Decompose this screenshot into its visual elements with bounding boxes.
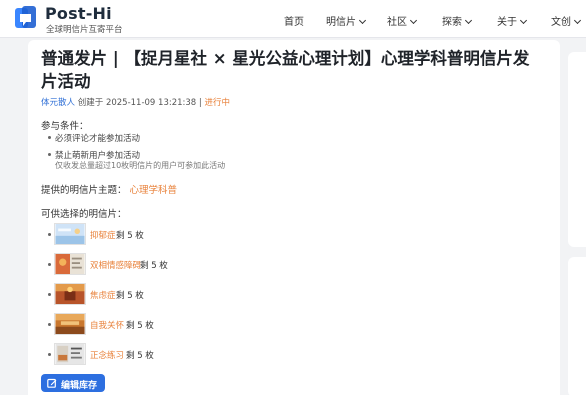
nav-item-about[interactable]: 关于	[497, 13, 528, 28]
list-bullet	[48, 323, 51, 326]
postcard-thumbnail[interactable]	[54, 313, 86, 335]
condition-note: 仅收发总量超过10枚明信片的用户可参加此活动	[55, 161, 226, 170]
postcard-thumbnail[interactable]	[54, 343, 86, 365]
brand-name[interactable]: Post-Hi	[45, 4, 112, 23]
nav-item-label: 文创	[551, 17, 571, 28]
postcard-thumbnail[interactable]	[54, 253, 86, 275]
created-timestamp: 2025-11-09 13:21:38	[105, 98, 197, 108]
author-link[interactable]: 体元散人	[41, 98, 75, 108]
nav-item-label: 明信片	[326, 17, 356, 28]
list-bullet	[48, 353, 51, 356]
nav-item-label: 首页	[284, 17, 304, 28]
list-bullet	[48, 293, 51, 296]
nav-item-label: 社区	[387, 17, 407, 28]
chevron-down-icon	[573, 16, 582, 25]
page-background-left	[0, 38, 28, 395]
edit-stock-button[interactable]: 编辑库存	[41, 374, 105, 392]
postcard-link[interactable]: 自我关怀	[90, 319, 124, 331]
chevron-down-icon	[519, 16, 528, 25]
conditions-heading: 参与条件：	[41, 121, 89, 132]
page-title: 普通发片 | 【捉月星社 × 星光公益心理计划】心理学科普明信片发片活动	[41, 49, 530, 91]
theme-link[interactable]: 心理学科普	[130, 185, 178, 196]
list-bullet	[48, 153, 51, 156]
nav-item-creative[interactable]: 文创	[551, 13, 582, 28]
edit-icon	[47, 378, 57, 388]
edit-stock-label: 编辑库存	[61, 381, 98, 391]
theme-line: 提供的明信片主题： 心理学科普	[41, 182, 177, 196]
postcard-remaining: 剩 5 枚	[140, 261, 168, 271]
theme-label: 提供的明信片主题：	[41, 185, 127, 196]
meta-separator: |	[198, 98, 202, 108]
postcards-heading: 可供选择的明信片：	[41, 209, 127, 220]
postcard-remaining: 剩 5 枚	[126, 351, 154, 361]
sidebar-card-secondary	[568, 257, 586, 395]
status-badge: 进行中	[204, 98, 231, 108]
postcard-remaining: 剩 5 枚	[116, 291, 144, 301]
postcard-thumbnail[interactable]	[54, 223, 86, 245]
postcard-link[interactable]: 抑郁症	[90, 229, 116, 241]
brand-tagline: 全球明信片互寄平台	[46, 25, 123, 35]
top-navbar: Post-Hi 全球明信片互寄平台 首页 明信片 社区 探索 关于 文创	[0, 0, 586, 38]
sidebar-card	[568, 52, 586, 247]
chevron-down-icon	[409, 16, 418, 25]
postcard-link[interactable]: 焦虑症	[90, 289, 116, 301]
nav-item-explore[interactable]: 探索	[442, 13, 473, 28]
nav-item-postcards[interactable]: 明信片	[326, 13, 367, 28]
chevron-down-icon	[358, 16, 367, 25]
nav-item-label: 探索	[442, 17, 462, 28]
list-bullet	[48, 136, 51, 139]
condition-item: 必须评论才能参加活动	[55, 134, 141, 144]
list-bullet	[48, 263, 51, 266]
post-hi-logo-icon[interactable]	[14, 5, 40, 31]
nav-item-home[interactable]: 首页	[284, 13, 304, 28]
chevron-down-icon	[464, 16, 473, 25]
list-bullet	[48, 233, 51, 236]
created-prefix: 创建于	[77, 98, 104, 108]
postcard-thumbnail[interactable]	[54, 283, 86, 305]
postcard-remaining: 剩 5 枚	[116, 231, 144, 241]
nav-item-label: 关于	[497, 17, 517, 28]
nav-item-community[interactable]: 社区	[387, 13, 418, 28]
postcard-link[interactable]: 双相情感障碍	[90, 259, 141, 271]
post-meta: 体元散人 创建于 2025-11-09 13:21:38 | 进行中	[41, 96, 230, 108]
postcard-link[interactable]: 正念练习	[90, 349, 124, 361]
postcard-remaining: 剩 5 枚	[126, 321, 154, 331]
